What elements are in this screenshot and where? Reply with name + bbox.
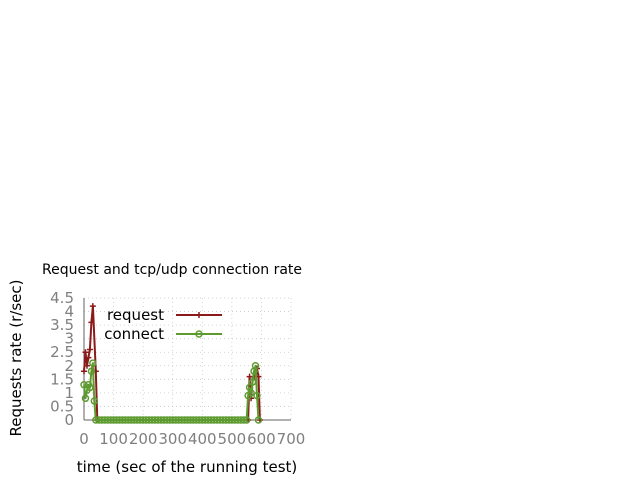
x-tick-label: 400: [188, 430, 217, 448]
y-tick-label: 4.5: [50, 289, 74, 307]
x-tick-label: 100: [99, 430, 128, 448]
x-axis-label: time (sec of the running test): [77, 458, 298, 476]
chart-title: Request and tcp/udp connection rate: [42, 262, 302, 278]
request-point: [89, 303, 96, 310]
legend-label: request: [107, 306, 164, 324]
x-tick-label: 700: [277, 430, 306, 448]
x-tick-label: 0: [79, 430, 89, 448]
tick-labels: 00.511.522.533.544.50 100 200 300 400 500 600 7…: [50, 289, 305, 448]
legend-marker: [196, 312, 202, 318]
legend-item-connect: connect: [104, 325, 222, 343]
y-axis-label: Requests rate (r/sec): [7, 280, 25, 437]
request-point: [81, 368, 87, 375]
x-tick-label: 500: [218, 430, 247, 448]
line-chart: Request and tcp/udp connection rate 00.5…: [7, 262, 305, 476]
series-line-connect: [83, 362, 260, 421]
x-tick-label: 200: [129, 430, 158, 448]
legend-label: connect: [104, 325, 164, 343]
x-tick-label: 300: [158, 430, 187, 448]
series-connect: [80, 359, 263, 424]
legend-item-request: request: [107, 306, 222, 324]
x-tick-label: 600: [247, 430, 276, 448]
